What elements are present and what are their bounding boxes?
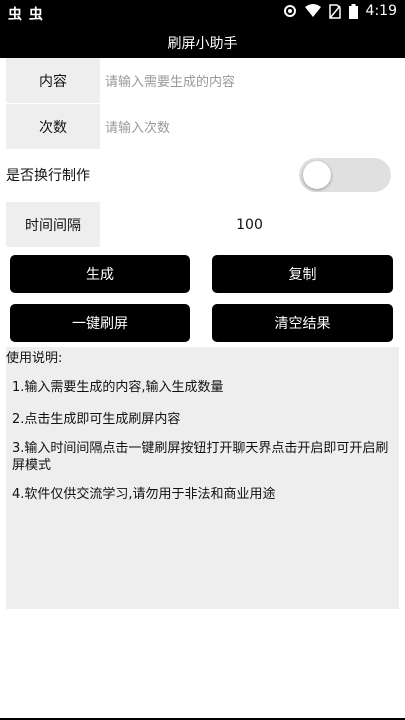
newline-toggle-switch[interactable] — [299, 158, 391, 192]
clock: 4:19 — [365, 3, 397, 19]
content-row: 内容 请输入需要生成的内容 — [6, 58, 399, 103]
interval-row: 时间间隔 100 — [6, 202, 399, 247]
newline-toggle-label: 是否换行制作 — [6, 167, 90, 184]
copy-button[interactable]: 复制 — [212, 255, 393, 293]
content-label: 内容 — [6, 58, 100, 103]
content-input[interactable]: 请输入需要生成的内容 — [100, 58, 399, 103]
count-label: 次数 — [6, 104, 100, 149]
one-key-spam-button[interactable]: 一键刷屏 — [10, 304, 190, 342]
clear-result-button[interactable]: 清空结果 — [212, 304, 393, 342]
status-icons: 4:19 — [283, 3, 397, 19]
no-sim-icon — [328, 3, 341, 19]
help-panel: 使用说明: 1.输入需要生成的内容,输入生成数量 2.点击生成即可生成刷屏内容 … — [6, 347, 399, 609]
battery-icon — [348, 3, 358, 19]
help-item: 1.输入需要生成的内容,输入生成数量 — [12, 380, 224, 395]
settings-icon — [283, 4, 297, 18]
count-input[interactable]: 请输入次数 — [100, 104, 399, 149]
help-item: 2.点击生成即可生成刷屏内容 — [12, 412, 181, 427]
interval-label: 时间间隔 — [6, 202, 100, 247]
help-item: 4.软件仅供交流学习,请勿用于非法和商业用途 — [12, 487, 276, 502]
help-item: 3.输入时间间隔点击一键刷屏按钮打开聊天界点击开启即可开启刷屏模式 — [12, 441, 389, 473]
page-title: 刷屏小助手 — [167, 35, 238, 52]
newline-toggle-row: 是否换行制作 — [6, 152, 399, 197]
status-bar: 虫 虫 4:19 — [0, 0, 405, 27]
count-row: 次数 请输入次数 — [6, 104, 399, 149]
interval-input[interactable]: 100 — [100, 202, 399, 247]
generate-button[interactable]: 生成 — [10, 255, 190, 293]
help-title: 使用说明: — [6, 351, 63, 366]
notification-icons: 虫 虫 — [8, 7, 44, 23]
app-title-bar: 刷屏小助手 — [0, 27, 405, 58]
toggle-knob — [303, 161, 331, 189]
wifi-icon — [304, 4, 321, 18]
